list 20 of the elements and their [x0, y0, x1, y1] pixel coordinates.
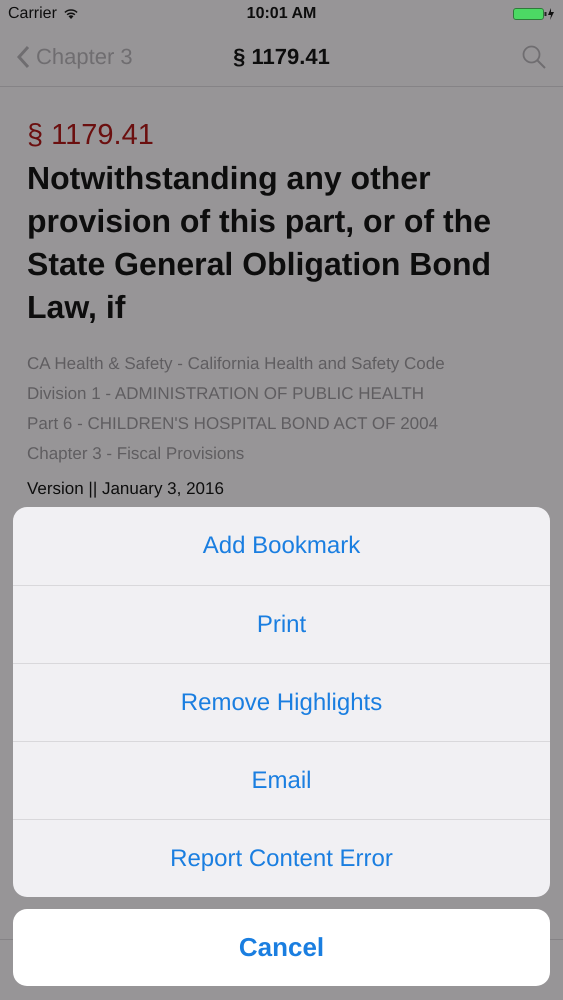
carrier-name: Carrier — [8, 5, 57, 23]
chevron-icon — [16, 45, 30, 69]
breadcrumb-text: Part 6 - CHILDREN'S HOSPITAL BOND ACT OF 2004 — [27, 413, 440, 435]
nav-title: § 1179.41 — [233, 44, 330, 70]
search-icon[interactable] — [521, 44, 547, 70]
action-button[interactable]: Email — [13, 741, 550, 819]
section-number: § 1179.41 — [27, 118, 155, 153]
section-heading: Notwithstanding any other provision of this part, or of the State General Obligation Bond Law, if — [27, 159, 492, 327]
action-button[interactable]: Print — [13, 585, 550, 663]
action-button[interactable]: Add Bookmark — [13, 507, 550, 585]
breadcrumb-text: CA Health & Safety - California Health and Safety Code — [27, 353, 446, 375]
status-time: 10:01 AM — [246, 5, 316, 23]
breadcrumb-text: Chapter 3 - Fiscal Provisions — [27, 443, 246, 465]
wifi-icon — [62, 8, 79, 20]
cancel-button[interactable]: Cancel — [13, 909, 550, 986]
breadcrumb-text: Division 1 - ADMINISTRATION OF PUBLIC HEALTH — [27, 383, 426, 405]
action-button[interactable]: Remove Highlights — [13, 663, 550, 741]
action-button[interactable]: Report Content Error — [13, 819, 550, 897]
version-text: Version || January 3, 2016 — [27, 478, 225, 500]
battery-icon — [513, 7, 555, 21]
